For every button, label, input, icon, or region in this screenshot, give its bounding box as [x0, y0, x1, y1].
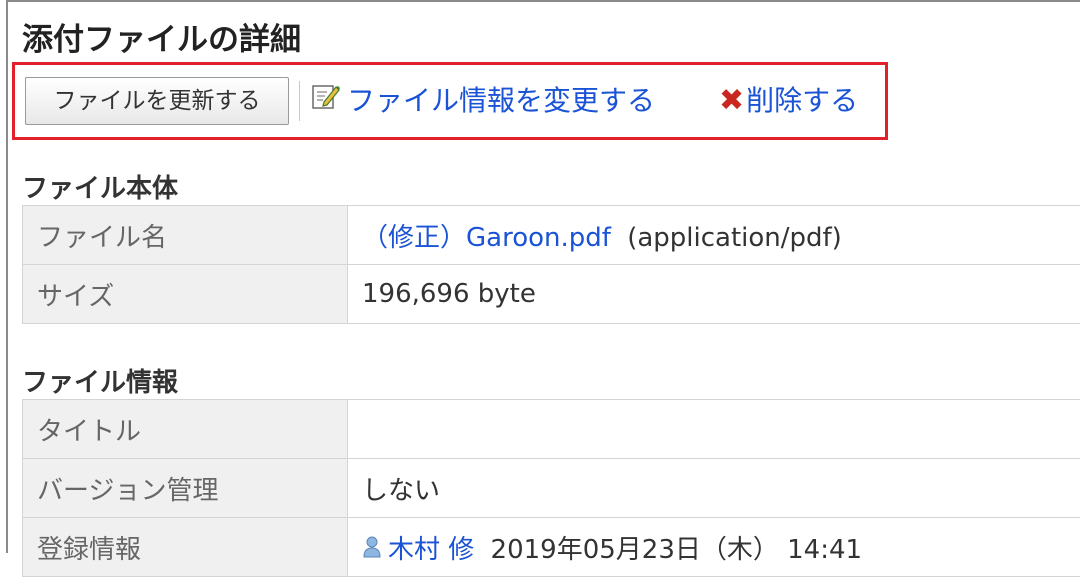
table-row: バージョン管理 しない [23, 459, 1080, 518]
file-info-table: タイトル バージョン管理 しない 登録情報 木村 修 2019年05月23日（木… [22, 399, 1080, 577]
edit-file-info-label: ファイル情報を変更する [347, 84, 655, 117]
row-value-title [348, 400, 1080, 459]
delete-x-icon: ✖ [719, 83, 744, 118]
row-label-filename: ファイル名 [23, 206, 348, 265]
edit-file-info-link[interactable]: ファイル情報を変更する [311, 77, 655, 125]
filename-link[interactable]: （修正）Garoon.pdf [362, 223, 611, 253]
action-toolbar: ファイルを更新する ファイル情報を変更する ✖削除する [12, 62, 888, 140]
delete-label: 削除する [746, 84, 858, 117]
row-label-title: タイトル [23, 400, 348, 459]
edit-icon [311, 78, 341, 126]
file-info-heading: ファイル情報 [22, 362, 178, 399]
registered-user-link[interactable]: 木村 修 [388, 535, 474, 565]
row-value-filename: （修正）Garoon.pdf (application/pdf) [348, 206, 1080, 265]
file-mime-type: (application/pdf) [627, 223, 842, 253]
file-body-table: ファイル名 （修正）Garoon.pdf (application/pdf) サ… [22, 205, 1080, 324]
row-label-registered: 登録情報 [23, 518, 348, 577]
row-label-version: バージョン管理 [23, 459, 348, 518]
table-row: サイズ 196,696 byte [23, 265, 1080, 324]
row-value-registered: 木村 修 2019年05月23日（木） 14:41 [348, 518, 1080, 577]
row-value-size: 196,696 byte [348, 265, 1080, 324]
user-icon [362, 535, 382, 566]
row-label-size: サイズ [23, 265, 348, 324]
table-row: タイトル [23, 400, 1080, 459]
file-body-heading: ファイル本体 [22, 168, 178, 205]
table-row: ファイル名 （修正）Garoon.pdf (application/pdf) [23, 206, 1080, 265]
toolbar-divider [299, 81, 300, 121]
table-row: 登録情報 木村 修 2019年05月23日（木） 14:41 [23, 518, 1080, 577]
registered-date: 2019年05月23日（木） 14:41 [491, 535, 863, 565]
row-value-version: しない [348, 459, 1080, 518]
delete-link[interactable]: ✖削除する [719, 77, 858, 125]
update-file-button[interactable]: ファイルを更新する [25, 77, 289, 125]
page-title: 添付ファイルの詳細 [22, 14, 301, 59]
